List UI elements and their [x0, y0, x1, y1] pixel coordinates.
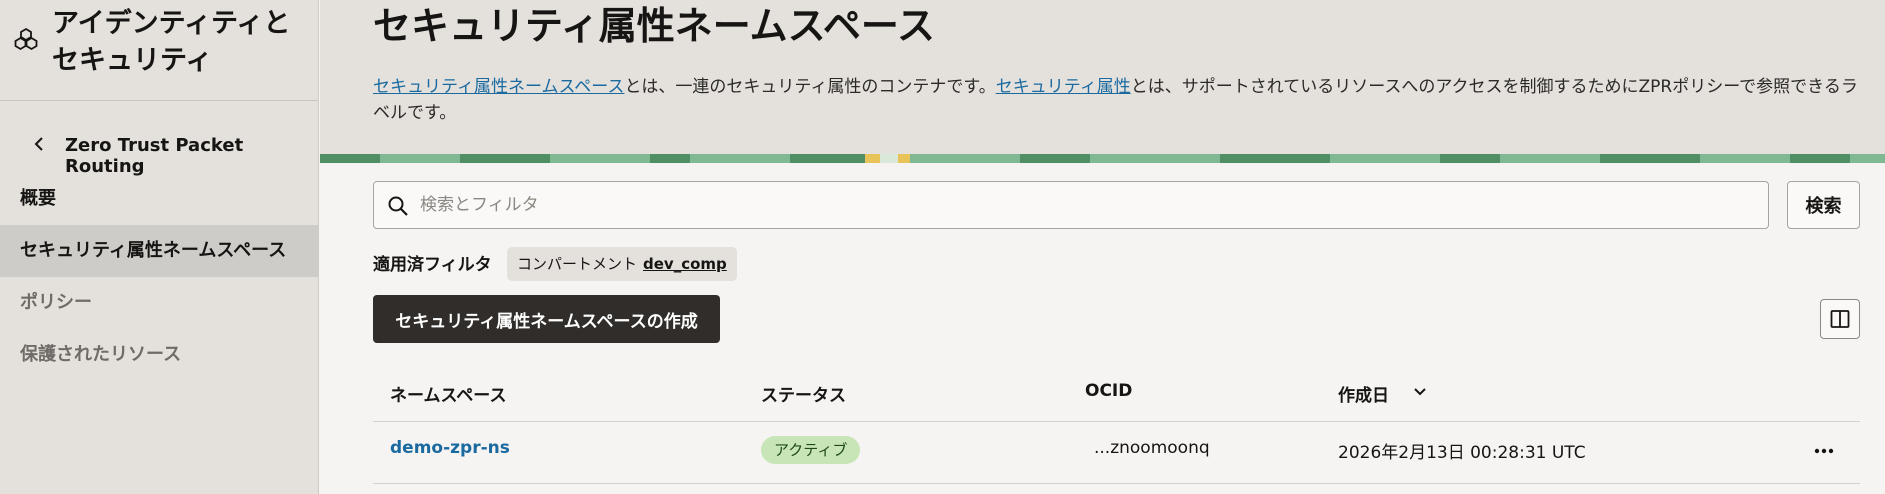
namespace-doc-link[interactable]: セキュリティ属性ネームスペース: [373, 77, 624, 97]
description-text-1: とは、一連のセキュリティ属性のコンテナです。: [624, 77, 996, 97]
filter-chip-key: コンパートメント: [517, 255, 638, 273]
sidebar-item-policies[interactable]: ポリシー: [0, 277, 319, 329]
chevron-left-icon: [34, 137, 43, 151]
column-layout-icon: [1830, 310, 1850, 328]
more-actions-icon[interactable]: [1806, 437, 1842, 465]
table-header-divider: [373, 421, 1860, 422]
compartment-filter-chip[interactable]: コンパートメント dev_comp: [507, 247, 737, 281]
sidebar-item-protected-resources[interactable]: 保護されたリソース: [0, 329, 319, 381]
applied-filters-label: 適用済フィルタ: [373, 255, 492, 275]
column-header-status: ステータス: [761, 386, 846, 406]
search-button[interactable]: 検索: [1787, 181, 1860, 229]
column-header-created[interactable]: 作成日: [1338, 381, 1389, 406]
app-title: アイデンティティとセキュリティ: [52, 8, 291, 76]
created-date: 2026年2月13日 00:28:31 UTC: [1338, 443, 1586, 463]
sidebar-item-security-attribute-namespaces[interactable]: セキュリティ属性ネームスペース: [0, 225, 319, 277]
search-icon: [388, 196, 408, 216]
back-link[interactable]: Zero Trust Packet Routing: [0, 128, 319, 177]
filter-chip-value[interactable]: dev_comp: [643, 255, 727, 273]
app-logo-icon: [14, 27, 38, 51]
search-input[interactable]: [420, 182, 1750, 228]
ocid-value[interactable]: ...znoomoonq: [1094, 438, 1210, 458]
create-namespace-button[interactable]: セキュリティ属性ネームスペースの作成: [373, 295, 720, 343]
search-field[interactable]: [373, 181, 1769, 229]
column-header-namespace: ネームスペース: [390, 386, 507, 406]
table-row-divider: [373, 483, 1860, 484]
column-settings-button[interactable]: [1820, 299, 1860, 339]
namespace-link[interactable]: demo-zpr-ns: [390, 438, 510, 458]
page-description: セキュリティ属性ネームスペースとは、一連のセキュリティ属性のコンテナです。セキュ…: [373, 74, 1863, 126]
column-header-ocid: OCID: [1085, 381, 1133, 401]
page-header: セキュリティ属性ネームスペース セキュリティ属性ネームスペースとは、一連のセキュ…: [320, 0, 1885, 154]
sidebar-item-overview[interactable]: 概要: [0, 173, 319, 225]
back-link-label: Zero Trust Packet Routing: [65, 135, 244, 177]
sort-chevron-down-icon[interactable]: [1412, 384, 1428, 400]
page-title: セキュリティ属性ネームスペース: [373, 4, 936, 48]
security-attribute-doc-link[interactable]: セキュリティ属性: [996, 77, 1131, 97]
sidebar: アイデンティティとセキュリティ Zero Trust Packet Routin…: [0, 0, 319, 494]
sidebar-header: アイデンティティとセキュリティ: [0, 0, 318, 101]
decorative-banner: [320, 154, 1885, 163]
status-badge: アクティブ: [761, 436, 861, 464]
